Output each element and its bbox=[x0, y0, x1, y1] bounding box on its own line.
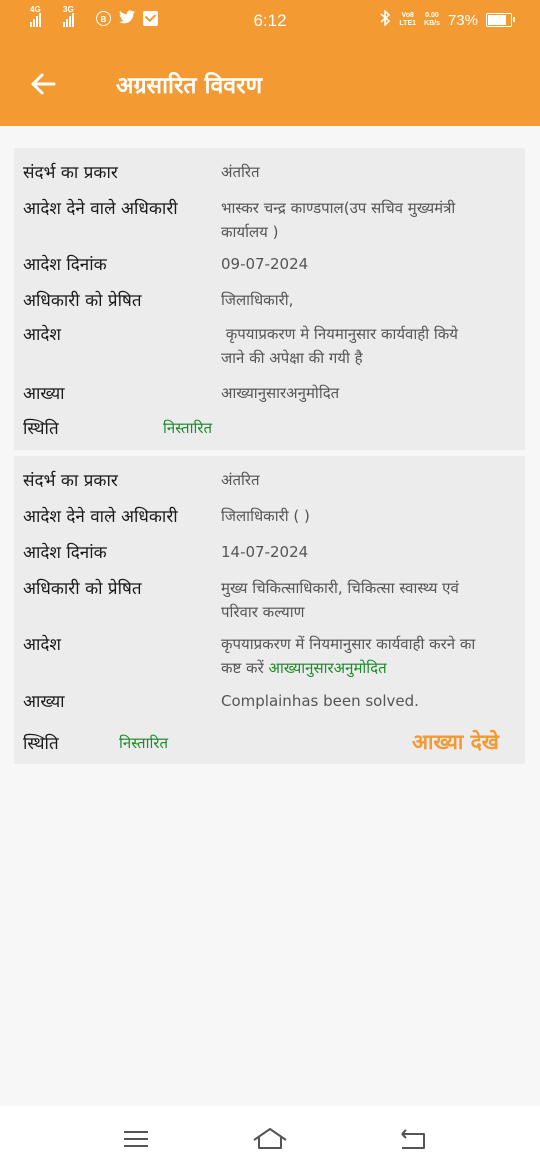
report-label: आख्या bbox=[23, 384, 65, 404]
ordering-officer-value: जिलाधिकारी ( ) bbox=[221, 507, 310, 525]
volte-indicator: Vo8 LTE1 bbox=[399, 12, 417, 27]
system-nav-bar bbox=[0, 1106, 540, 1170]
back-arrow-icon[interactable] bbox=[26, 66, 62, 102]
status-bar: 4G 3G B 6:12 Vo8 LTE1 0.00 KB/s 73% bbox=[0, 0, 540, 42]
battery-fill bbox=[488, 15, 506, 25]
status-value: निस्तारित bbox=[163, 419, 213, 437]
status-value: निस्तारित bbox=[119, 734, 169, 752]
order-label: आदेश bbox=[23, 635, 61, 655]
record-card-2: संदर्भ का प्रकार अंतरित आदेश देने वाले अ… bbox=[14, 456, 525, 764]
sent-to-label: अधिकारी को प्रेषित bbox=[23, 291, 142, 311]
order-date-value: 09-07-2024 bbox=[221, 255, 309, 273]
order-value: कृपयाप्रकरण मे नियमानुसार कार्यवाही किये… bbox=[221, 325, 459, 367]
order-label: आदेश bbox=[23, 325, 61, 345]
reference-type-value: अंतरित bbox=[221, 471, 260, 489]
sent-to-value: मुख्य चिकित्साधिकारी, चिकित्सा स्वास्थ्य… bbox=[221, 579, 459, 621]
app-bar: अग्रसारित विवरण bbox=[0, 42, 540, 126]
home-icon[interactable] bbox=[250, 1124, 290, 1154]
status-right: Vo8 LTE1 0.00 KB/s 73% bbox=[379, 9, 515, 30]
order-date-label: आदेश दिनांक bbox=[23, 255, 107, 275]
view-report-button[interactable]: आख्या देखे bbox=[412, 728, 499, 756]
sent-to-value: जिलाधिकारी, bbox=[221, 291, 294, 309]
battery-icon bbox=[486, 13, 515, 27]
reference-type-label: संदर्भ का प्रकार bbox=[23, 471, 118, 491]
return-icon[interactable] bbox=[392, 1124, 432, 1154]
order-date-value: 14-07-2024 bbox=[221, 543, 309, 561]
order-approval-text: आख्यानुसारअनुमोदित bbox=[268, 659, 387, 677]
ordering-officer-label: आदेश देने वाले अधिकारी bbox=[23, 199, 178, 219]
ordering-officer-value: भास्कर चन्द्र काण्डपाल(उप सचिव मुख्यमंत्… bbox=[221, 199, 456, 241]
report-value: Complainhas been solved. bbox=[221, 692, 419, 710]
reference-type-value: अंतरित bbox=[221, 163, 260, 181]
battery-percent: 73% bbox=[447, 11, 478, 29]
reference-type-label: संदर्भ का प्रकार bbox=[23, 163, 118, 183]
network-speed: 0.00 KB/s bbox=[424, 12, 440, 27]
ordering-officer-label: आदेश देने वाले अधिकारी bbox=[23, 507, 178, 527]
order-value: कृपयाप्रकरण में नियमानुसार कार्यवाही करन… bbox=[221, 635, 476, 677]
bluetooth-icon bbox=[379, 9, 391, 30]
sent-to-label: अधिकारी को प्रेषित bbox=[23, 579, 142, 599]
menu-icon[interactable] bbox=[116, 1124, 156, 1154]
record-card-1: संदर्भ का प्रकार अंतरित आदेश देने वाले अ… bbox=[14, 148, 525, 450]
order-date-label: आदेश दिनांक bbox=[23, 543, 107, 563]
page-title: अग्रसारित विवरण bbox=[116, 73, 263, 99]
report-value: आख्यानुसारअनुमोदित bbox=[221, 384, 340, 402]
report-label: आख्या bbox=[23, 692, 65, 712]
